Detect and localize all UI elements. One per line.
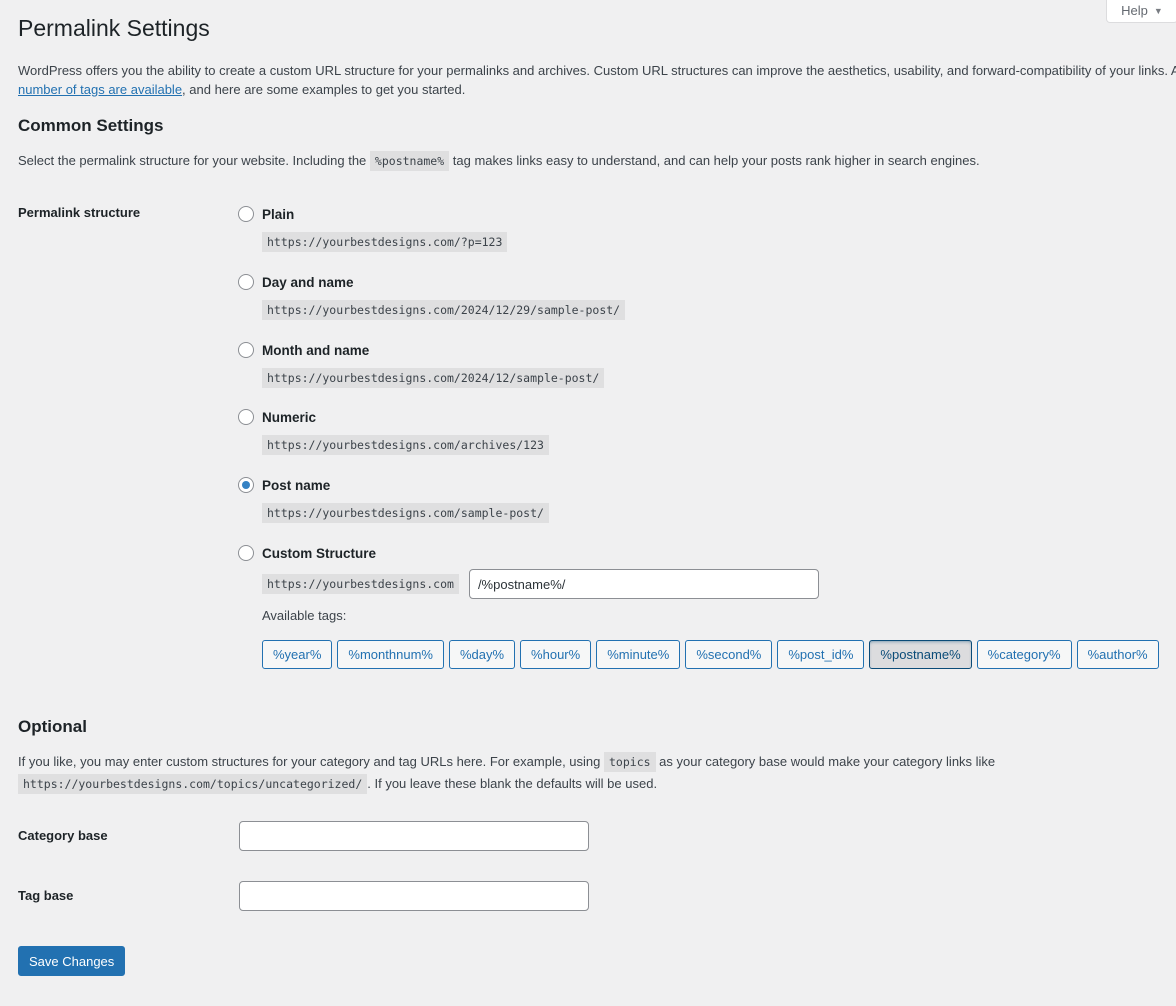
- option-plain[interactable]: Plain https://yourbestdesigns.com/?p=123: [238, 204, 508, 252]
- option-month-and-name[interactable]: Month and name https://yourbestdesigns.c…: [238, 340, 605, 388]
- tag-author-button[interactable]: %author%: [1076, 640, 1159, 669]
- tag-hour-button[interactable]: %hour%: [520, 640, 592, 669]
- radio-post-name[interactable]: [238, 477, 254, 493]
- desc-before: Select the permalink structure for your …: [18, 153, 367, 168]
- option-day-and-name[interactable]: Day and name https://yourbestdesigns.com…: [238, 272, 626, 320]
- tag-monthnum-button[interactable]: %monthnum%: [337, 640, 444, 669]
- page-title: Permalink Settings: [18, 15, 210, 41]
- optional-desc-middle: as your category base would make your ca…: [659, 754, 996, 769]
- optional-heading: Optional: [18, 717, 87, 736]
- optional-desc-after: . If you leave these blank the defaults …: [367, 776, 658, 791]
- tag-minute-button[interactable]: %minute%: [596, 640, 681, 669]
- intro-text-before: WordPress offers you the ability to crea…: [18, 63, 1176, 78]
- example-url: https://yourbestdesigns.com/sample-post/: [262, 503, 549, 523]
- intro-text: WordPress offers you the ability to crea…: [18, 61, 1176, 99]
- example-url: https://yourbestdesigns.com/archives/123: [262, 435, 549, 455]
- custom-structure-base: https://yourbestdesigns.com: [262, 574, 459, 594]
- permalink-structure-label: Permalink structure: [18, 205, 141, 220]
- custom-structure-row: https://yourbestdesigns.com: [262, 569, 819, 599]
- radio-month-and-name[interactable]: [238, 342, 254, 358]
- postname-code: %postname%: [369, 151, 450, 171]
- tag-post-id-button[interactable]: %post_id%: [777, 640, 865, 669]
- tag-year-button[interactable]: %year%: [262, 640, 333, 669]
- intro-text-after: , and here are some examples to get you …: [182, 82, 466, 97]
- tag-base-label: Tag base: [18, 888, 74, 903]
- help-tab-button[interactable]: Help ▼: [1106, 0, 1176, 23]
- option-label: Day and name: [262, 274, 354, 290]
- example-url: https://yourbestdesigns.com/2024/12/29/s…: [262, 300, 626, 320]
- caret-down-icon: ▼: [1153, 5, 1163, 16]
- tag-base-input[interactable]: [239, 881, 589, 911]
- help-label: Help: [1121, 3, 1148, 18]
- custom-structure-input[interactable]: [468, 569, 819, 599]
- optional-description: If you like, you may enter custom struct…: [18, 751, 995, 795]
- option-numeric[interactable]: Numeric https://yourbestdesigns.com/arch…: [238, 407, 549, 455]
- available-tags-list: %year% %monthnum% %day% %hour% %minute% …: [262, 640, 1159, 669]
- radio-numeric[interactable]: [238, 409, 254, 425]
- option-label: Custom Structure: [262, 545, 377, 561]
- option-label: Post name: [262, 477, 331, 493]
- example-url: https://yourbestdesigns.com/?p=123: [262, 232, 508, 252]
- available-tags-link[interactable]: number of tags are available: [18, 82, 182, 97]
- radio-day-and-name[interactable]: [238, 274, 254, 290]
- tag-day-button[interactable]: %day%: [448, 640, 516, 669]
- option-post-name[interactable]: Post name https://yourbestdesigns.com/sa…: [238, 475, 549, 523]
- category-base-label: Category base: [18, 828, 108, 843]
- category-base-input[interactable]: [239, 821, 589, 851]
- desc-after: tag makes links easy to understand, and …: [452, 153, 980, 168]
- tag-category-button[interactable]: %category%: [976, 640, 1072, 669]
- available-tags-label: Available tags:: [262, 608, 347, 623]
- option-custom-structure[interactable]: Custom Structure: [238, 543, 376, 563]
- radio-custom-structure[interactable]: [238, 545, 254, 561]
- option-label: Month and name: [262, 342, 370, 358]
- common-settings-description: Select the permalink structure for your …: [18, 150, 980, 172]
- example-url: https://yourbestdesigns.com/2024/12/samp…: [262, 368, 605, 388]
- save-changes-button[interactable]: Save Changes: [18, 946, 126, 976]
- tag-postname-button[interactable]: %postname%: [869, 640, 972, 669]
- common-settings-heading: Common Settings: [18, 116, 164, 135]
- tag-second-button[interactable]: %second%: [685, 640, 773, 669]
- radio-plain[interactable]: [238, 206, 254, 222]
- example-category-url: https://yourbestdesigns.com/topics/uncat…: [18, 774, 368, 794]
- option-label: Plain: [262, 206, 295, 222]
- topics-code: topics: [604, 752, 656, 772]
- optional-desc-before: If you like, you may enter custom struct…: [18, 754, 601, 769]
- option-label: Numeric: [262, 409, 317, 425]
